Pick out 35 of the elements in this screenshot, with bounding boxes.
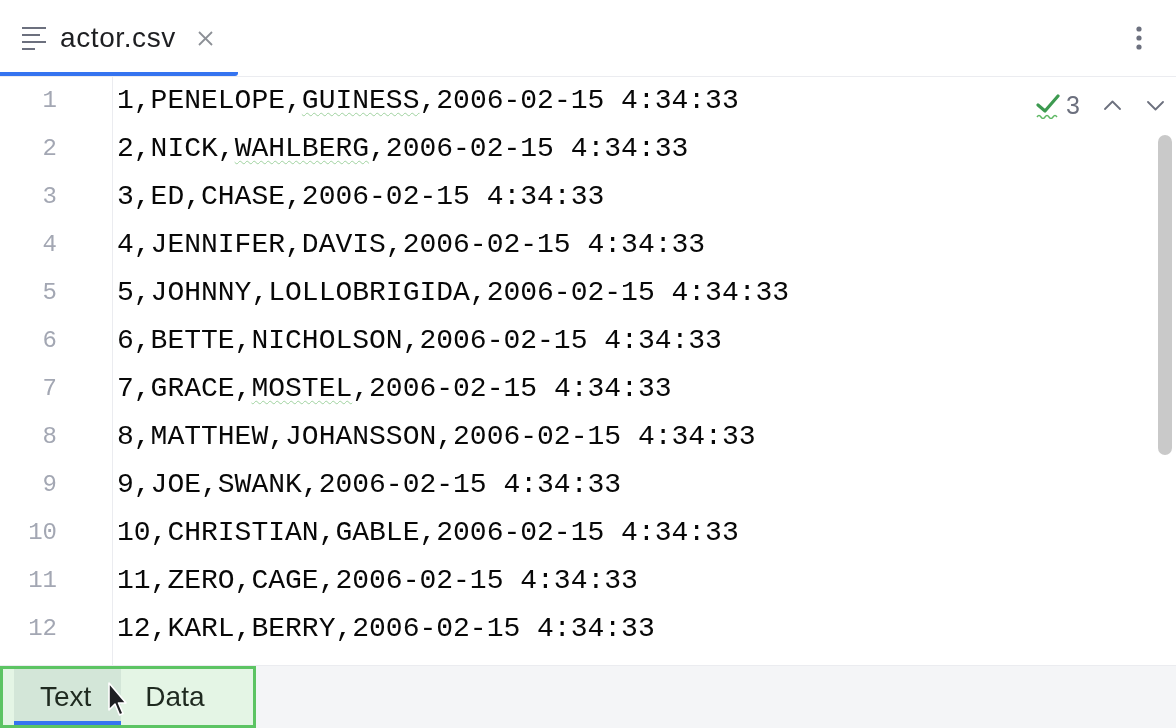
line-number: 3	[41, 182, 57, 212]
code-line: 5,JOHNNY,LOLLOBRIGIDA,2006-02-15 4:34:33	[117, 276, 790, 310]
line-number: 2	[41, 134, 57, 164]
warning-count[interactable]: 3	[1066, 91, 1080, 120]
code-line: 8,MATTHEW,JOHANSSON,2006-02-15 4:34:33	[117, 420, 756, 454]
line-number: 7	[41, 374, 57, 404]
code-line: 12,KARL,BERRY,2006-02-15 4:34:33	[117, 612, 655, 646]
view-tab[interactable]: Text	[14, 669, 122, 725]
line-number: 11	[27, 566, 57, 596]
close-icon[interactable]	[197, 30, 213, 46]
line-number: 10	[27, 518, 57, 548]
code-line: 4,JENNIFER,DAVIS,2006-02-15 4:34:33	[117, 228, 706, 262]
code-line: 3,ED,CHASE,2006-02-15 4:34:33	[117, 180, 605, 214]
code-line: 6,BETTE,NICHOLSON,2006-02-15 4:34:33	[117, 324, 722, 358]
text-file-icon	[22, 26, 46, 50]
code-line: 2,NICK,WAHLBERG,2006-02-15 4:34:33	[117, 132, 689, 166]
code-line: 9,JOE,SWANK,2006-02-15 4:34:33	[117, 468, 622, 502]
line-number: 12	[27, 614, 57, 644]
line-number: 5	[41, 278, 57, 308]
scrollbar-thumb[interactable]	[1158, 135, 1172, 455]
code-line: 11,ZERO,CAGE,2006-02-15 4:34:33	[117, 564, 638, 598]
chevron-down-icon[interactable]	[1147, 100, 1164, 111]
chevron-up-icon[interactable]	[1104, 100, 1121, 111]
line-number: 8	[41, 422, 57, 452]
code-line: 1,PENELOPE,GUINESS,2006-02-15 4:34:33	[117, 84, 739, 118]
mouse-pointer-icon	[107, 682, 128, 717]
line-number: 4	[41, 230, 57, 260]
line-number: 6	[41, 326, 57, 356]
line-number: 1	[41, 86, 57, 116]
code-line: 7,GRACE,MOSTEL,2006-02-15 4:34:33	[117, 372, 672, 406]
code-line: 10,CHRISTIAN,GABLE,2006-02-15 4:34:33	[117, 516, 739, 550]
check-icon[interactable]	[1036, 92, 1061, 119]
more-options-icon[interactable]	[1136, 26, 1142, 50]
line-number: 9	[41, 470, 57, 500]
view-tab[interactable]: Data	[121, 669, 235, 725]
